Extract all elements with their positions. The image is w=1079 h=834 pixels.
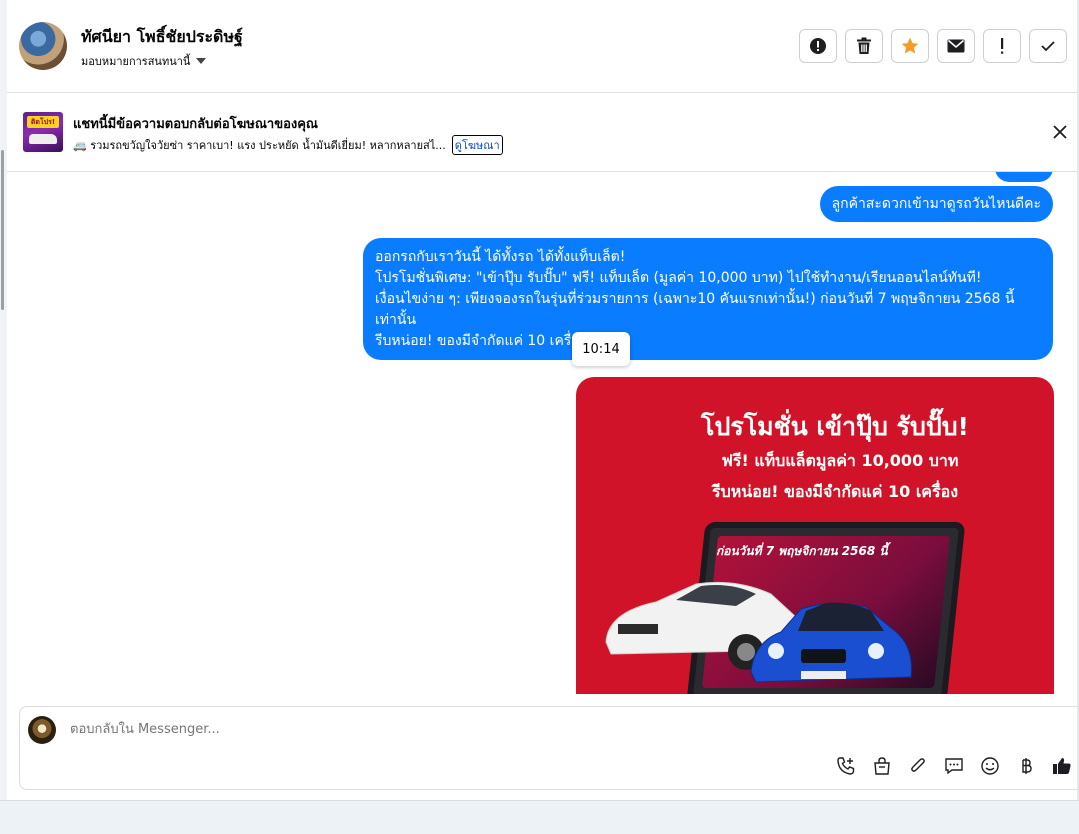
caret-down-icon bbox=[196, 58, 207, 64]
mail-button[interactable] bbox=[937, 29, 975, 63]
thumbs-up-icon[interactable] bbox=[1051, 755, 1073, 777]
contact-name[interactable]: ทัศนียา โพธิ์ชัยประดิษฐ์ bbox=[81, 25, 243, 50]
alert-circle-icon bbox=[810, 38, 826, 54]
exclamation-icon bbox=[1001, 38, 1004, 54]
close-icon[interactable] bbox=[1051, 123, 1069, 141]
saved-reply-icon[interactable] bbox=[943, 755, 965, 777]
baht-icon[interactable] bbox=[1015, 755, 1037, 777]
promo-blue-car bbox=[750, 602, 912, 683]
emoji-icon[interactable] bbox=[979, 755, 1001, 777]
reply-input[interactable] bbox=[68, 721, 572, 738]
promo-line-1: ฟรี! แท็บแล็ตมูลค่า 10,000 บาท bbox=[721, 451, 959, 470]
promo-title: โปรโมชั่น เข้าปุ๊บ รับปั๊บ! bbox=[701, 412, 969, 441]
view-ad-link[interactable]: ดูโฆษณา bbox=[451, 135, 503, 155]
assign-label: มอบหมายการสนทนานี้ bbox=[81, 55, 191, 68]
message-line: เงื่อนไขง่าย ๆ: เพียงจองรถในรุ่นที่ร่วมร… bbox=[375, 291, 1015, 328]
ad-banner-preview-row: 🚐 รวมรถขวัญใจวัยซ่า ราคาเบา! แรง ประหยัด… bbox=[73, 135, 503, 155]
message-line: โปรโมชั่นพิเศษ: "เข้าปุ๊บ รับปั๊บ" ฟรี! … bbox=[375, 270, 982, 286]
done-button[interactable] bbox=[1029, 29, 1067, 63]
message-bubble-partial bbox=[995, 172, 1053, 182]
report-button[interactable] bbox=[799, 29, 837, 63]
conversation-header: ทัศนียา โพธิ์ชัยประดิษฐ์ มอบหมายการสนทนา… bbox=[7, 0, 1077, 93]
delete-button[interactable] bbox=[845, 29, 883, 63]
ad-thumbnail[interactable]: ติดโปร! bbox=[23, 112, 63, 152]
message-line: ออกรถกับเราวันนี้ ได้ทั้งรถ ได้ทั้งแท็บเ… bbox=[375, 249, 626, 265]
ad-preview-text: 🚐 รวมรถขวัญใจวัยซ่า ราคาเบา! แรง ประหยัด… bbox=[73, 139, 446, 152]
promo-tablet-text: ก่อนวันที่ 7 พฤษจิกายน 2568 นี้ bbox=[716, 544, 888, 558]
star-icon bbox=[901, 37, 919, 54]
ad-thumbnail-car bbox=[29, 134, 57, 144]
message-line: รีบหน่อย! ของมีจำกัดแค่ 10 เครื่อง bbox=[375, 333, 587, 349]
bottom-taskbar-strip bbox=[0, 800, 1079, 834]
follow-up-button[interactable] bbox=[983, 29, 1021, 63]
contact-avatar[interactable] bbox=[19, 22, 67, 70]
promo-image-message[interactable]: โปรโมชั่น เข้าปุ๊บ รับปั๊บ! ฟรี! แท็บแล็… bbox=[576, 377, 1054, 694]
promo-line-2: รีบหน่อย! ของมีจำกัดแค่ 10 เครื่อง bbox=[711, 482, 959, 501]
message-thread[interactable]: ลูกค้าสะดวกเข้ามาดูรถวันไหนดีคะ ออกรถกับ… bbox=[7, 172, 1077, 694]
composer-toolbar bbox=[835, 755, 1073, 777]
envelope-icon bbox=[947, 39, 965, 53]
call-add-icon[interactable] bbox=[835, 755, 857, 777]
star-button[interactable] bbox=[891, 29, 929, 63]
assign-conversation-dropdown[interactable]: มอบหมายการสนทนานี้ bbox=[81, 52, 207, 70]
page-avatar bbox=[28, 716, 56, 744]
trash-icon bbox=[857, 37, 871, 54]
ad-banner-title: แชทนี้มีข้อความตอบกลับต่อโฆษณาของคุณ bbox=[73, 117, 318, 132]
shopping-bag-icon[interactable] bbox=[871, 755, 893, 777]
message-composer bbox=[19, 706, 1077, 790]
header-toolbar bbox=[799, 29, 1067, 63]
check-icon bbox=[1041, 41, 1055, 52]
paperclip-icon[interactable] bbox=[907, 755, 929, 777]
message-text: ลูกค้าสะดวกเข้ามาดูรถวันไหนดีคะ bbox=[831, 195, 1041, 212]
ad-reply-banner: ติดโปร! แชทนี้มีข้อความตอบกลับต่อโฆษณาขอ… bbox=[7, 93, 1077, 172]
message-bubble-long[interactable]: ออกรถกับเราวันนี้ ได้ทั้งรถ ได้ทั้งแท็บเ… bbox=[363, 238, 1053, 360]
message-bubble-short[interactable]: ลูกค้าสะดวกเข้ามาดูรถวันไหนดีคะ bbox=[819, 186, 1053, 222]
left-scrollbar-thumb[interactable] bbox=[1, 150, 4, 310]
ad-thumbnail-sticker: ติดโปร! bbox=[27, 116, 59, 128]
message-timestamp-tooltip: 10:14 bbox=[572, 332, 630, 366]
left-scroll-strip bbox=[0, 0, 7, 833]
